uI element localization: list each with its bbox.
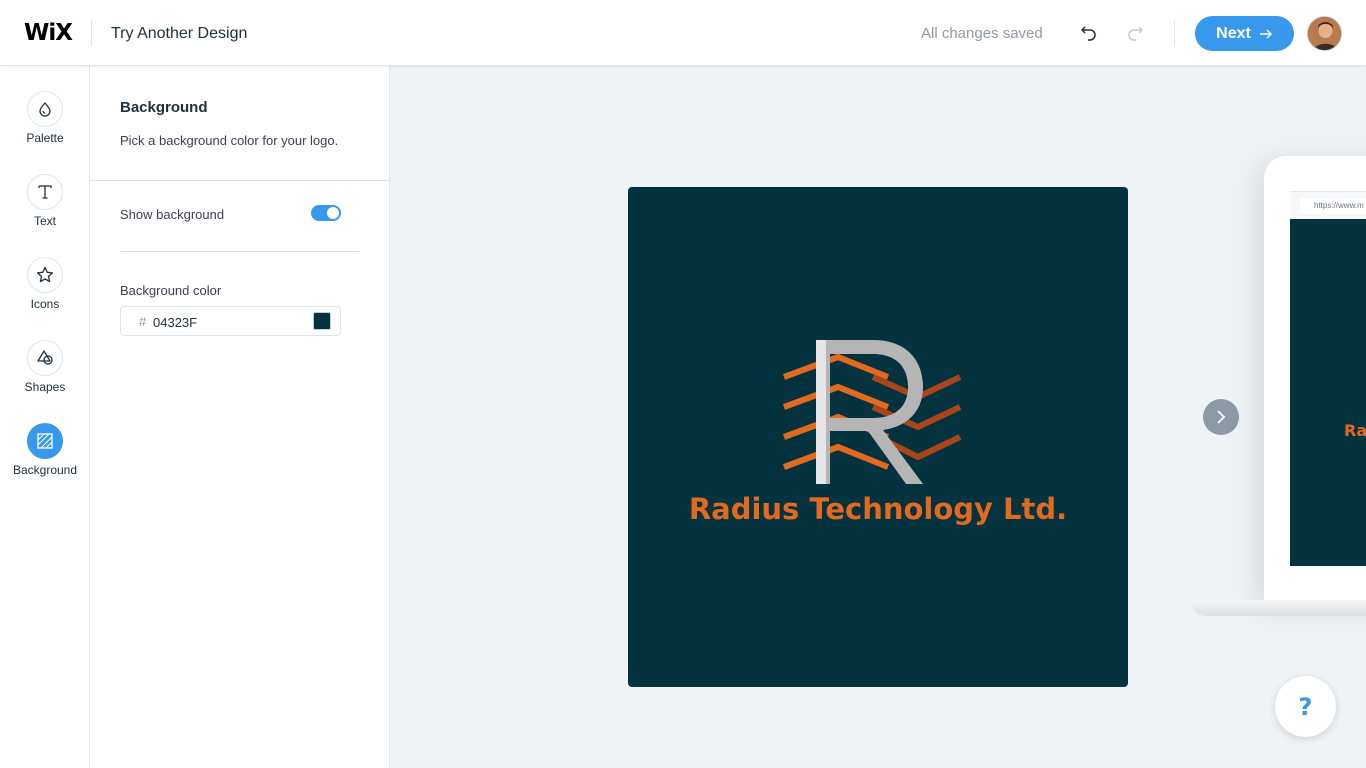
- laptop-base: [1190, 600, 1366, 616]
- panel-description: Pick a background color for your logo.: [120, 133, 339, 148]
- panel-divider: [90, 180, 389, 181]
- rail-item-icons[interactable]: Icons: [0, 257, 90, 329]
- help-button[interactable]: ?: [1275, 676, 1336, 737]
- rail-item-label: Background: [12, 463, 78, 477]
- logo-mark-icon: [782, 340, 962, 484]
- star-icon: [27, 257, 63, 293]
- hash-prefix: #: [139, 314, 147, 329]
- rail-item-label: Palette: [26, 131, 64, 145]
- try-another-design-link[interactable]: Try Another Design: [111, 24, 247, 44]
- toggle-knob: [327, 207, 339, 219]
- user-avatar[interactable]: [1307, 16, 1342, 51]
- chevron-right-icon: [1217, 410, 1226, 424]
- background-panel: Background Pick a background color for y…: [90, 66, 390, 768]
- rail-item-background[interactable]: Background: [0, 423, 90, 495]
- logo-brand-text: Radius Technology Ltd.: [688, 492, 1068, 526]
- rail-item-label: Shapes: [24, 380, 66, 394]
- laptop-screen: Ra: [1290, 219, 1366, 566]
- show-background-toggle[interactable]: [311, 205, 341, 221]
- background-color-label: Background color: [120, 283, 222, 298]
- preview-canvas: Radius Technology Ltd. https://www.m Ra …: [390, 66, 1366, 768]
- panel-title: Background: [120, 99, 208, 116]
- top-header: WiX Try Another Design All changes saved…: [0, 0, 1366, 66]
- palette-drop-icon: [27, 91, 63, 127]
- wix-logo[interactable]: WiX: [24, 19, 73, 47]
- laptop-brand-text: Ra: [1344, 421, 1366, 440]
- next-preview-button[interactable]: [1203, 399, 1239, 435]
- undo-icon[interactable]: [1078, 22, 1100, 44]
- shapes-icon: [27, 340, 63, 376]
- header-divider: [1174, 20, 1175, 46]
- logo-preview-card[interactable]: Radius Technology Ltd.: [628, 187, 1128, 687]
- laptop-mockup: https://www.m Ra: [1264, 156, 1366, 602]
- show-background-label: Show background: [120, 207, 225, 222]
- arrow-right-icon: [1259, 28, 1272, 39]
- redo-icon[interactable]: [1124, 22, 1146, 44]
- rail-item-shapes[interactable]: Shapes: [0, 340, 90, 412]
- next-button-label: Next: [1216, 24, 1251, 42]
- rail-item-label: Text: [33, 214, 56, 228]
- rail-item-label: Icons: [30, 297, 60, 311]
- background-color-field[interactable]: #: [120, 306, 341, 336]
- next-button[interactable]: Next: [1195, 16, 1294, 51]
- background-color-input[interactable]: [153, 313, 293, 331]
- browser-url: https://www.m: [1300, 198, 1366, 214]
- rail-item-text[interactable]: Text: [0, 174, 90, 246]
- browser-address-bar: https://www.m: [1290, 191, 1366, 219]
- panel-divider: [120, 251, 360, 252]
- background-hatch-icon: [27, 423, 63, 459]
- color-swatch[interactable]: [313, 312, 331, 330]
- left-tool-rail: Palette Text Icons Shapes Background: [0, 66, 90, 768]
- header-divider: [91, 20, 92, 46]
- save-status: All changes saved: [921, 25, 1043, 42]
- rail-item-palette[interactable]: Palette: [0, 91, 90, 163]
- text-t-icon: [27, 174, 63, 210]
